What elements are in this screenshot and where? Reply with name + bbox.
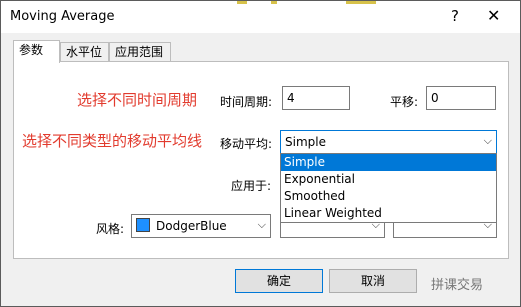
- ma-option-linear-weighted[interactable]: Linear Weighted: [281, 205, 496, 222]
- apply-to-label: 应用于:: [231, 179, 272, 193]
- shift-input[interactable]: 0: [426, 86, 496, 110]
- close-icon[interactable]: ✕: [487, 6, 500, 25]
- chevron-down-icon: ⌵: [483, 134, 492, 147]
- period-label: 时间周期:: [220, 95, 273, 109]
- top-strip-accent: [237, 1, 247, 4]
- cancel-button[interactable]: 取消: [329, 269, 417, 293]
- shift-label: 平移:: [390, 95, 419, 109]
- ma-method-label: 移动平均:: [220, 137, 273, 151]
- ma-method-value: Simple: [285, 135, 326, 149]
- color-swatch: [136, 218, 150, 232]
- style-color-select[interactable]: DodgerBlue ⌵: [131, 214, 271, 238]
- chevron-down-icon: ⌵: [257, 218, 266, 231]
- top-strip-accent: [346, 1, 376, 4]
- ma-option-simple[interactable]: Simple: [281, 154, 496, 171]
- dialog-title: Moving Average: [10, 9, 115, 24]
- ma-type-annotation: 选择不同类型的移动平均线: [22, 132, 203, 150]
- watermark-text: 拼课交易: [431, 278, 484, 293]
- period-annotation: 选择不同时间周期: [77, 91, 198, 109]
- ma-option-exponential[interactable]: Exponential: [281, 171, 496, 188]
- help-icon[interactable]: ?: [451, 7, 459, 25]
- style-color-name: DodgerBlue: [156, 219, 227, 233]
- ma-method-select[interactable]: Simple ⌵: [280, 130, 497, 154]
- style-label: 风格:: [96, 222, 125, 236]
- ok-button[interactable]: 确定: [235, 269, 323, 293]
- period-input[interactable]: 4: [282, 86, 350, 110]
- moving-average-dialog: Moving Average ? ✕ 参数 水平位 应用范围 选择不同时间周期 …: [0, 0, 521, 307]
- ma-option-smoothed[interactable]: Smoothed: [281, 188, 496, 205]
- tab-parameters[interactable]: 参数: [13, 40, 60, 63]
- tab-visualization[interactable]: 应用范围: [109, 42, 171, 62]
- top-strip-accent: [271, 1, 277, 4]
- tab-levels[interactable]: 水平位: [60, 42, 109, 62]
- ma-method-dropdown: Simple Exponential Smoothed Linear Weigh…: [280, 153, 497, 223]
- title-bar: Moving Average ? ✕: [1, 1, 520, 33]
